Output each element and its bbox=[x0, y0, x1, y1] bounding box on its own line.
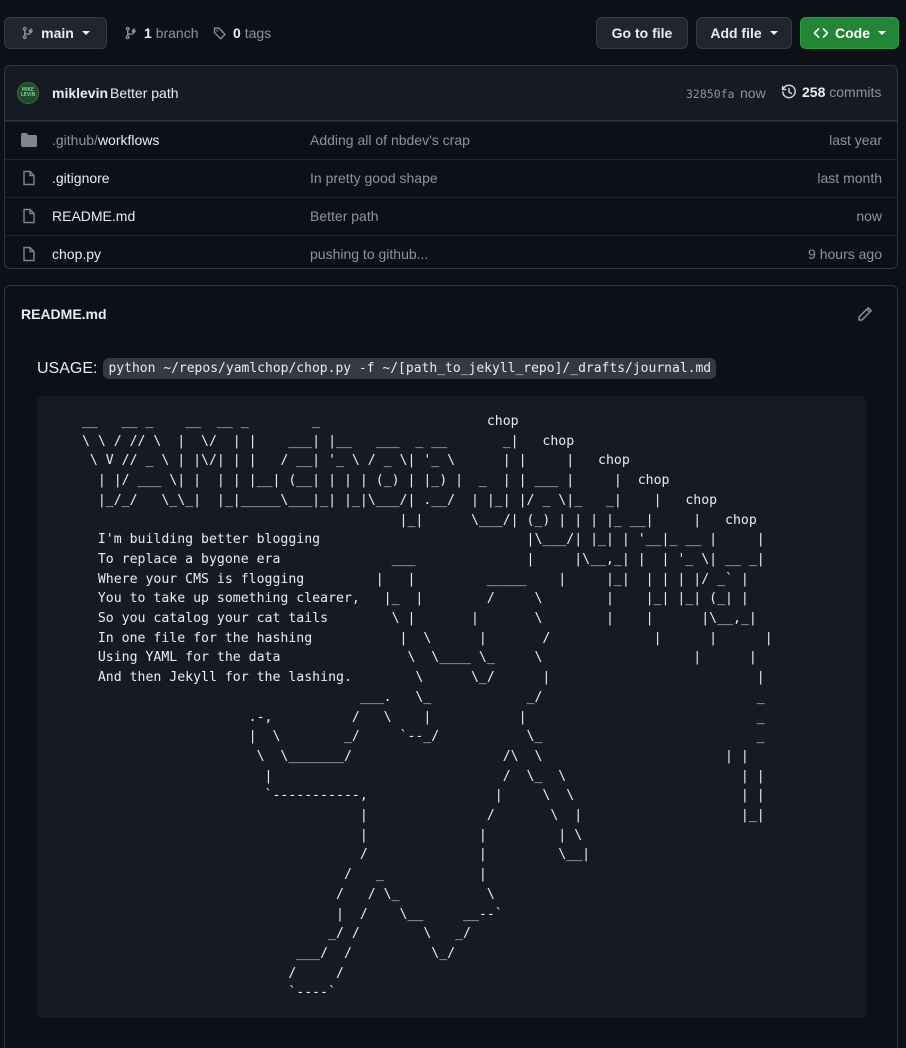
go-to-file-button[interactable]: Go to file bbox=[596, 17, 688, 49]
commit-count: 258 bbox=[802, 84, 826, 100]
tag-count: 0 bbox=[233, 25, 241, 41]
file-name[interactable]: .gitignore bbox=[52, 170, 110, 186]
latest-commit-bar: MIKE LEVIN miklevin Better path 32850fa n… bbox=[5, 66, 897, 121]
file-commit-message[interactable]: Better path bbox=[310, 208, 379, 224]
file-row[interactable]: .github/workflows Adding all of nbdev's … bbox=[5, 121, 897, 159]
file-name[interactable]: README.md bbox=[52, 208, 135, 224]
pencil-icon[interactable] bbox=[857, 306, 873, 322]
branch-selector-button[interactable]: main bbox=[4, 17, 107, 49]
file-row[interactable]: chop.py pushing to github... 9 hours ago bbox=[5, 235, 897, 273]
code-icon bbox=[813, 28, 829, 38]
file-name[interactable]: chop.py bbox=[52, 246, 101, 262]
code-label: Code bbox=[835, 25, 870, 41]
file-commit-message[interactable]: Adding all of nbdev's crap bbox=[310, 132, 470, 148]
branches-link[interactable]: 1 branch bbox=[124, 24, 199, 42]
file-row[interactable]: .gitignore In pretty good shape last mon… bbox=[5, 159, 897, 197]
folder-icon bbox=[21, 133, 37, 147]
usage-line: USAGE: python ~/repos/yamlchop/chop.py -… bbox=[37, 358, 717, 379]
add-file-button[interactable]: Add file bbox=[696, 17, 792, 49]
file-browser: MIKE LEVIN miklevin Better path 32850fa n… bbox=[4, 65, 898, 269]
file-age: last month bbox=[817, 170, 882, 186]
commit-message[interactable]: Better path bbox=[110, 85, 179, 101]
file-age: 9 hours ago bbox=[808, 246, 882, 262]
file-icon bbox=[23, 208, 35, 224]
readme-title[interactable]: README.md bbox=[21, 306, 107, 322]
tags-link[interactable]: 0 tags bbox=[213, 24, 271, 42]
chevron-down-icon bbox=[81, 31, 90, 35]
ascii-art-block: __ __ _ __ __ _ _ chop \ \ / // \ | \/ |… bbox=[37, 396, 866, 1018]
add-file-label: Add file bbox=[710, 25, 762, 41]
commit-history-link[interactable]: 258 commits bbox=[781, 84, 881, 100]
file-row[interactable]: README.md Better path now bbox=[5, 197, 897, 235]
branch-count: 1 bbox=[144, 25, 152, 41]
history-icon bbox=[781, 84, 796, 99]
file-age: last year bbox=[829, 132, 882, 148]
branch-label: branch bbox=[155, 25, 199, 41]
file-age: now bbox=[856, 208, 882, 224]
go-to-file-label: Go to file bbox=[611, 25, 673, 41]
commit-author[interactable]: miklevin bbox=[52, 85, 108, 101]
folder-path-prefix: .github/ bbox=[52, 132, 98, 148]
git-branch-icon bbox=[22, 26, 33, 40]
readme-panel: README.md USAGE: python ~/repos/yamlchop… bbox=[4, 285, 898, 1048]
git-branch-icon bbox=[125, 26, 136, 40]
code-button[interactable]: Code bbox=[800, 17, 899, 49]
file-icon bbox=[23, 170, 35, 186]
usage-command: python ~/repos/yamlchop/chop.py -f ~/[pa… bbox=[103, 358, 717, 379]
avatar[interactable]: MIKE LEVIN bbox=[17, 82, 39, 104]
usage-label: USAGE: bbox=[37, 359, 98, 377]
tag-icon bbox=[213, 27, 226, 40]
commit-hash[interactable]: 32850fa bbox=[686, 87, 734, 101]
commit-time: now bbox=[740, 85, 766, 101]
chevron-down-icon bbox=[878, 31, 886, 35]
file-name: workflows bbox=[97, 132, 160, 148]
tag-label: tags bbox=[244, 25, 272, 41]
commit-label: commits bbox=[829, 84, 882, 100]
file-icon bbox=[23, 246, 35, 262]
file-commit-message[interactable]: pushing to github... bbox=[310, 246, 428, 262]
branch-name: main bbox=[41, 25, 74, 41]
file-commit-message[interactable]: In pretty good shape bbox=[310, 170, 438, 186]
chevron-down-icon bbox=[769, 31, 778, 35]
